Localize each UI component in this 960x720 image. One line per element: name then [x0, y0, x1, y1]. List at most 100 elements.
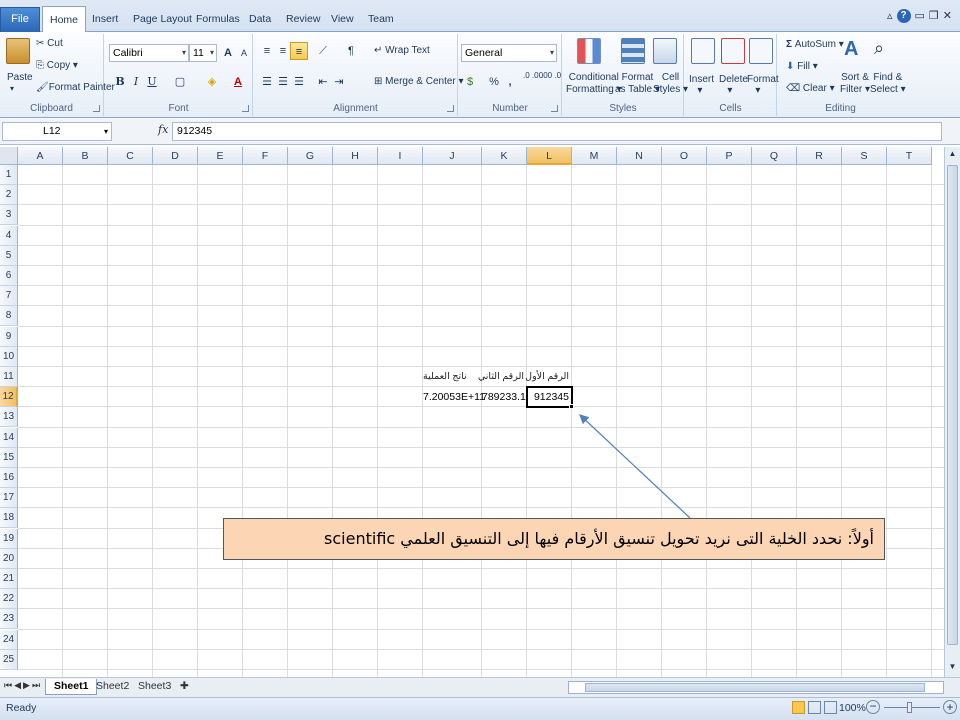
column-header-c[interactable]: C: [108, 147, 153, 165]
column-header-m[interactable]: M: [572, 147, 617, 165]
minimize-ribbon-icon[interactable]: ▵: [887, 9, 893, 23]
row-header-1[interactable]: 1: [0, 165, 18, 185]
number-format-combo[interactable]: General ▾: [461, 44, 557, 62]
tab-formulas[interactable]: Formulas: [196, 10, 240, 32]
conditional-formatting-icon[interactable]: [577, 38, 601, 64]
orientation-icon[interactable]: ⟋: [314, 42, 332, 60]
fill-handle[interactable]: [569, 404, 574, 410]
row-header-14[interactable]: 14: [0, 427, 18, 448]
formula-input[interactable]: 912345: [172, 122, 942, 141]
column-header-n[interactable]: N: [617, 147, 662, 165]
paste-dropdown-icon[interactable]: ▾: [10, 84, 14, 93]
column-header-t[interactable]: T: [887, 147, 932, 165]
row-header-5[interactable]: 5: [0, 245, 18, 266]
zoom-slider-thumb[interactable]: [907, 702, 912, 713]
zoom-level[interactable]: 100%: [839, 702, 866, 714]
column-header-a[interactable]: A: [18, 147, 63, 165]
zoom-out-icon[interactable]: −: [866, 700, 880, 714]
comma-button[interactable]: ,: [501, 73, 519, 91]
horizontal-scroll-thumb[interactable]: [585, 683, 925, 692]
name-box[interactable]: L12 ▾: [2, 122, 112, 141]
row-header-20[interactable]: 20: [0, 548, 18, 569]
page-break-view-icon[interactable]: [824, 701, 837, 714]
alignment-launcher-icon[interactable]: [447, 105, 454, 112]
insert-cells-button[interactable]: Insert ▾: [689, 74, 714, 96]
format-painter-button[interactable]: 🖌Format Painter: [36, 82, 115, 93]
row-header-6[interactable]: 6: [0, 266, 18, 286]
fill-color-icon[interactable]: ◈: [203, 73, 221, 91]
row-header-3[interactable]: 3: [0, 205, 18, 226]
clear-button[interactable]: ⌫ Clear ▾: [786, 83, 835, 94]
close-window-icon[interactable]: ✕: [943, 9, 952, 23]
tab-view[interactable]: View: [331, 10, 354, 32]
align-right-icon[interactable]: ☰: [290, 73, 308, 91]
number-launcher-icon[interactable]: [551, 105, 558, 112]
shrink-font-button[interactable]: A: [235, 44, 253, 62]
fill-button[interactable]: ⬇ Fill ▾: [786, 61, 818, 72]
restore-window-icon[interactable]: ❐: [929, 9, 939, 23]
row-header-11[interactable]: 11: [0, 367, 18, 387]
cut-button[interactable]: ✂ Cut: [36, 38, 63, 49]
sheet-nav-icons[interactable]: ⏮◀▶⏭: [4, 680, 42, 691]
worksheet-grid[interactable]: A B C D E F G H I J K L M N O P Q R S T 1 2 3 4 5 6 7 8 9 10 11 12 13 14 1…: [0, 147, 944, 677]
cell-j12[interactable]: 7.20053E+11: [423, 387, 485, 407]
format-as-table-icon[interactable]: [621, 38, 645, 64]
find-select-button[interactable]: Find & Select ▾: [870, 72, 906, 96]
font-name-combo[interactable]: Calibri ▾: [109, 44, 189, 62]
binoculars-icon[interactable]: ⌕: [874, 38, 884, 59]
align-bottom-icon[interactable]: ≡: [290, 42, 308, 60]
conditional-formatting-button[interactable]: Conditional Formatting ▾: [566, 72, 622, 96]
sort-filter-icon[interactable]: A: [844, 38, 858, 61]
row-header-4[interactable]: 4: [0, 225, 18, 246]
minimize-window-icon[interactable]: ▭: [915, 9, 925, 23]
autosum-button[interactable]: Σ AutoSum ▾: [786, 39, 844, 50]
column-header-g[interactable]: G: [288, 147, 333, 165]
row-header-25[interactable]: 25: [0, 649, 18, 670]
scroll-up-icon[interactable]: ▲: [947, 149, 958, 161]
row-header-15[interactable]: 15: [0, 447, 18, 468]
decrease-decimal-button[interactable]: .00 .0: [541, 72, 561, 80]
cell-j11[interactable]: ناتج العملية: [423, 367, 479, 387]
sort-filter-button[interactable]: Sort & Filter ▾: [840, 72, 870, 96]
row-header-18[interactable]: 18: [0, 508, 18, 529]
font-size-combo[interactable]: 11 ▾: [189, 44, 217, 62]
column-header-b[interactable]: B: [63, 147, 108, 165]
column-header-s[interactable]: S: [842, 147, 887, 165]
paste-button[interactable]: Paste: [7, 72, 33, 83]
tab-team[interactable]: Team: [368, 10, 394, 32]
row-header-22[interactable]: 22: [0, 589, 18, 610]
cell-k11[interactable]: الرقم الثاني: [478, 367, 524, 387]
zoom-in-icon[interactable]: +: [943, 700, 957, 714]
page-layout-view-icon[interactable]: [808, 701, 821, 714]
cell-l11[interactable]: الرقم الأول: [525, 367, 569, 387]
insert-cells-icon[interactable]: [691, 38, 715, 64]
format-cells-icon[interactable]: [749, 38, 773, 64]
delete-cells-icon[interactable]: [721, 38, 745, 64]
row-header-9[interactable]: 9: [0, 326, 18, 347]
row-header-24[interactable]: 24: [0, 629, 18, 650]
cell-k12[interactable]: 789233.1: [482, 387, 526, 407]
clipboard-launcher-icon[interactable]: [93, 105, 100, 112]
tab-review[interactable]: Review: [286, 10, 320, 32]
font-launcher-icon[interactable]: [242, 105, 249, 112]
cell-styles-button[interactable]: Cell Styles ▾: [653, 72, 688, 96]
select-all-corner[interactable]: [0, 147, 18, 165]
row-header-17[interactable]: 17: [0, 488, 18, 509]
row-header-21[interactable]: 21: [0, 569, 18, 589]
column-header-e[interactable]: E: [198, 147, 243, 165]
help-icon[interactable]: ?: [896, 9, 911, 23]
row-header-19[interactable]: 19: [0, 528, 18, 549]
column-header-i[interactable]: I: [378, 147, 423, 165]
column-header-j[interactable]: J: [423, 147, 482, 165]
currency-button[interactable]: $: [461, 73, 479, 91]
row-header-12[interactable]: 12: [0, 387, 18, 408]
row-header-16[interactable]: 16: [0, 468, 18, 488]
tab-data[interactable]: Data: [249, 10, 271, 32]
column-header-d[interactable]: D: [153, 147, 198, 165]
delete-cells-button[interactable]: Delete ▾: [719, 74, 748, 96]
vertical-scrollbar[interactable]: ▲ ▼: [944, 147, 960, 677]
row-header-8[interactable]: 8: [0, 306, 18, 327]
merge-center-button[interactable]: ⊞ Merge & Center ▾: [374, 76, 464, 87]
insert-sheet-icon[interactable]: ✚: [172, 679, 197, 695]
copy-button[interactable]: ⎘ Copy ▾: [36, 60, 78, 71]
